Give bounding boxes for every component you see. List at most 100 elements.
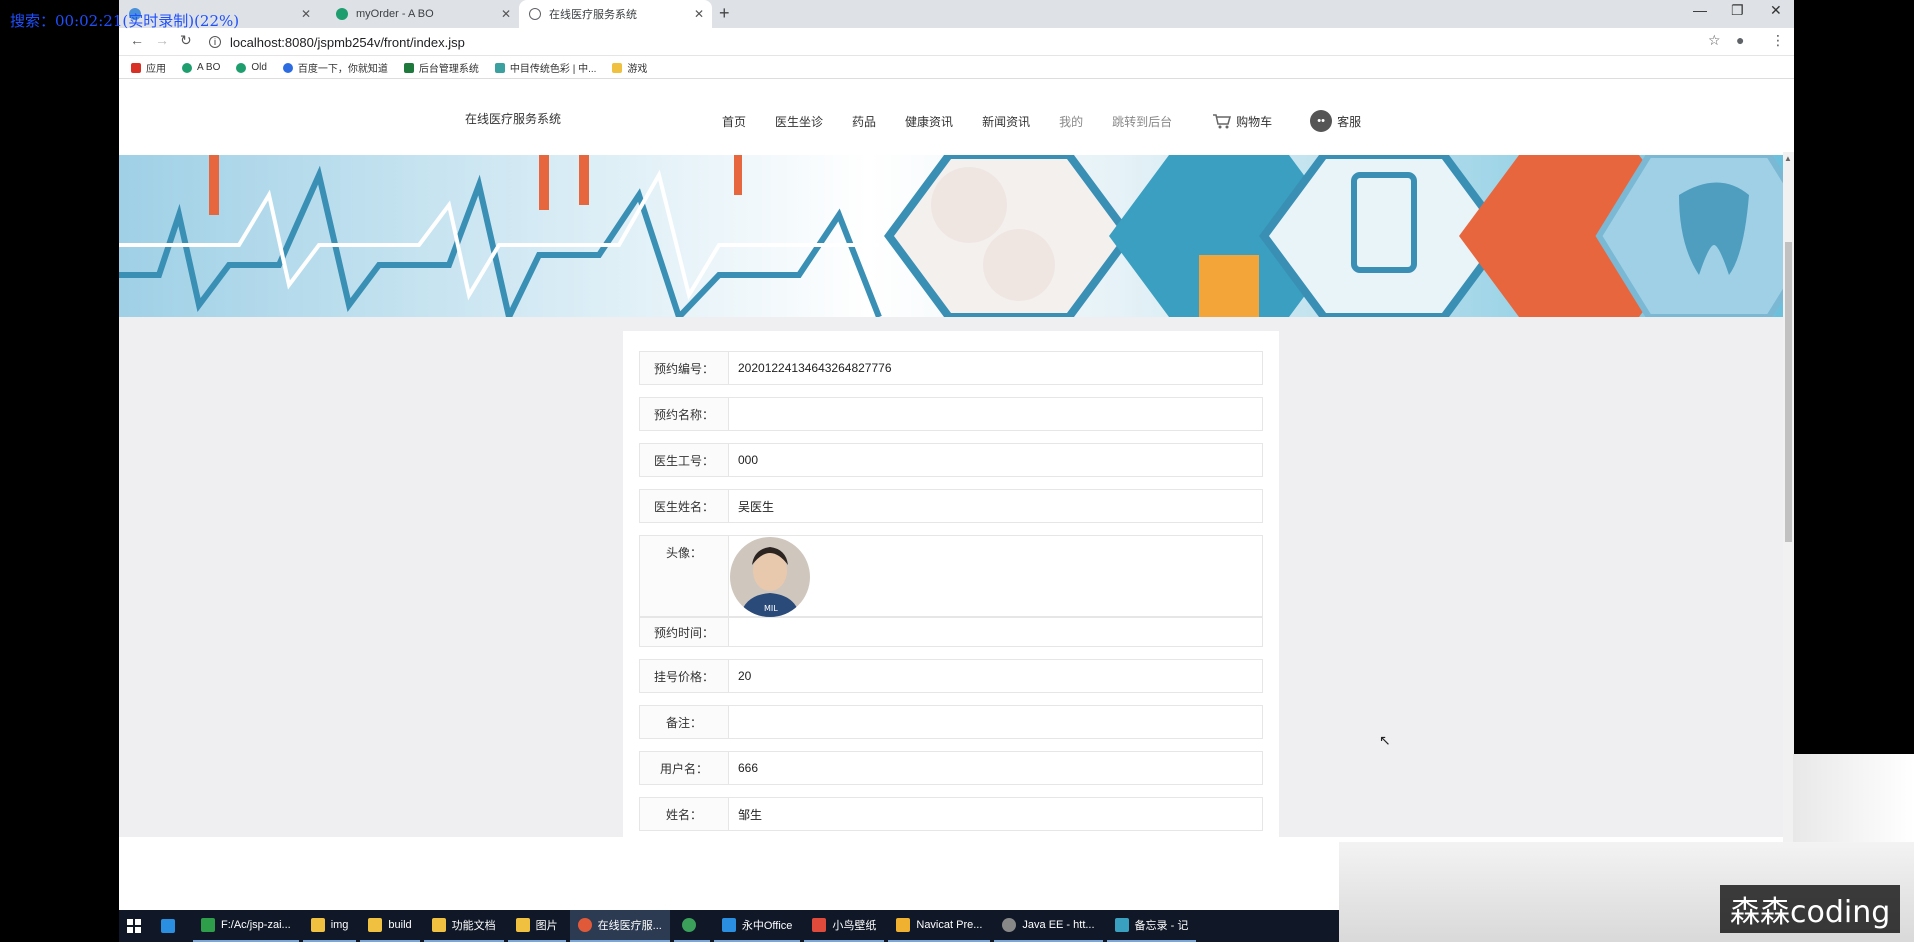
navicat-icon: [896, 918, 911, 932]
browser-toolbar: ← → ↻ i localhost:8080/jspmb254v/front/i…: [119, 28, 1794, 56]
tab-strip: ✕ myOrder - A BO ✕ 在线医疗服务系统 ✕ + — ❐ ✕: [119, 0, 1794, 28]
taskbar-app[interactable]: Navicat Pre...: [888, 910, 991, 942]
field-label: 预约时间：: [639, 617, 729, 647]
browser-window: ✕ myOrder - A BO ✕ 在线医疗服务系统 ✕ + — ❐ ✕ ← …: [119, 0, 1794, 910]
windows-taskbar: F:/Ac/jsp-zai... img build 功能文档 图片 在线医疗服…: [119, 910, 1339, 942]
nav-service[interactable]: •• 客服: [1310, 110, 1361, 132]
field-row: 用户名： 666: [639, 751, 1263, 785]
page-content: 在线医疗服务系统 首页 医生坐诊 药品 健康资讯 新闻资讯 我的 跳转到后台 购…: [119, 80, 1783, 910]
scroll-up-icon[interactable]: ▲: [1784, 154, 1792, 163]
folder-icon: [310, 918, 325, 932]
field-value: [729, 705, 1263, 739]
cart-label: 购物车: [1236, 114, 1273, 129]
bookmark-baidu[interactable]: 百度一下，你就知道: [282, 60, 388, 75]
bookmarks-bar: 应用 A BO Old 百度一下，你就知道 后台管理系统 中目传统色彩 | 中.…: [119, 57, 1794, 79]
field-label: 备注：: [639, 705, 729, 739]
app-icon: [201, 918, 215, 932]
taskbar-app[interactable]: [673, 910, 710, 942]
scrollbar-thumb[interactable]: [1785, 242, 1792, 542]
tab-label: myOrder - A BO: [356, 8, 434, 20]
start-button[interactable]: [119, 910, 149, 942]
field-value: [729, 397, 1263, 431]
bookmark-games[interactable]: 游戏: [612, 60, 647, 75]
windows-icon: [127, 919, 141, 933]
field-value: 吴医生: [729, 489, 1263, 523]
address-bar[interactable]: i localhost:8080/jspmb254v/front/index.j…: [209, 31, 1689, 53]
taskbar-app[interactable]: 小鸟壁纸: [804, 910, 885, 942]
field-value: 666: [729, 751, 1263, 785]
field-row: 姓名： 邹生: [639, 797, 1263, 831]
field-row: 医生姓名： 吴医生: [639, 489, 1263, 523]
site-nav: 首页 医生坐诊 药品 健康资讯 新闻资讯 我的 跳转到后台 购物车 •• 客服: [722, 110, 1399, 132]
bookmark-abo[interactable]: A BO: [182, 62, 220, 73]
field-value: 20201224134643264827776: [729, 351, 1263, 385]
bookmark-icon: [182, 62, 192, 73]
maximize-button[interactable]: ❐: [1731, 2, 1744, 19]
reload-button[interactable]: ↻: [180, 32, 192, 49]
bookmark-admin[interactable]: 后台管理系统: [403, 60, 479, 75]
tab-close-icon[interactable]: ✕: [501, 7, 511, 21]
profile-icon[interactable]: ●: [1736, 32, 1744, 48]
minimize-button[interactable]: —: [1693, 2, 1707, 18]
field-value: 邹生: [729, 797, 1263, 831]
tab-close-icon[interactable]: ✕: [694, 7, 704, 21]
taskbar-app[interactable]: 图片: [507, 910, 566, 942]
nav-medicine[interactable]: 药品: [852, 113, 876, 130]
nav-health-news[interactable]: 健康资讯: [905, 113, 953, 130]
field-value: 20: [729, 659, 1263, 693]
tab-label: 在线医疗服务系统: [549, 9, 637, 21]
browser-menu-icon[interactable]: ⋮: [1771, 32, 1785, 49]
taskbar-app[interactable]: [153, 910, 189, 942]
notepad-icon: [1114, 918, 1129, 932]
taskbar-app[interactable]: build: [360, 910, 420, 942]
tab-medical-system[interactable]: 在线医疗服务系统 ✕: [519, 0, 712, 28]
nav-admin[interactable]: 跳转到后台: [1112, 113, 1172, 130]
bookmark-icon: [236, 62, 247, 73]
forward-button[interactable]: →: [155, 32, 169, 48]
taskbar-app-chrome[interactable]: 在线医疗服...: [569, 910, 670, 942]
bookmark-apps[interactable]: 应用: [131, 60, 166, 75]
field-label: 头像：: [639, 535, 729, 617]
new-tab-button[interactable]: +: [719, 3, 730, 24]
taskbar-app[interactable]: 永中Office: [713, 910, 801, 942]
bookmark-old[interactable]: Old: [236, 62, 267, 73]
apps-icon: [131, 62, 141, 73]
app-icon: [681, 918, 696, 932]
taskbar-app[interactable]: Java EE - htt...: [994, 910, 1103, 942]
tab-myorder[interactable]: myOrder - A BO ✕: [326, 0, 519, 28]
taskbar-app[interactable]: 备忘录 - 记: [1106, 910, 1197, 942]
folder-icon: [368, 918, 383, 932]
taskbar-app[interactable]: 功能文档: [423, 910, 504, 942]
nav-news[interactable]: 新闻资讯: [982, 113, 1030, 130]
nav-cart[interactable]: 购物车: [1212, 113, 1272, 130]
field-value: [729, 617, 1263, 647]
taskbar-app[interactable]: img: [302, 910, 357, 942]
url-text: localhost:8080/jspmb254v/front/index.jsp: [230, 34, 465, 50]
page-scrollbar[interactable]: ▲: [1783, 152, 1794, 842]
nav-doctors[interactable]: 医生坐诊: [775, 113, 823, 130]
field-value: MIL: [729, 535, 1263, 617]
folder-icon: [515, 918, 530, 932]
avatar-row: 头像： MIL: [639, 535, 1263, 617]
nav-mine[interactable]: 我的: [1059, 113, 1083, 130]
svg-text:MIL: MIL: [764, 604, 778, 613]
back-button[interactable]: ←: [130, 32, 144, 48]
vue-icon: [403, 62, 414, 73]
bookmark-colors[interactable]: 中目传统色彩 | 中...: [494, 60, 596, 75]
doctor-avatar: MIL: [730, 537, 810, 617]
field-row: 备注：: [639, 705, 1263, 739]
field-label: 医生姓名：: [639, 489, 729, 523]
close-window-button[interactable]: ✕: [1770, 2, 1782, 19]
globe-icon: [529, 8, 541, 20]
info-icon[interactable]: i: [209, 36, 221, 48]
medical-banner: [119, 155, 1783, 317]
folder-icon: [431, 918, 446, 932]
tab-close-icon[interactable]: ✕: [301, 7, 311, 21]
app-icon: [161, 919, 175, 933]
nav-home[interactable]: 首页: [722, 113, 746, 130]
field-row: 预约名称：: [639, 397, 1263, 431]
taskbar-app[interactable]: F:/Ac/jsp-zai...: [193, 910, 299, 942]
screen: 搜索：00:02:21(实时录制)(22%) ✕ myOrder - A BO …: [0, 0, 1914, 942]
bookmark-star-icon[interactable]: ☆: [1708, 32, 1721, 49]
field-label: 姓名：: [639, 797, 729, 831]
